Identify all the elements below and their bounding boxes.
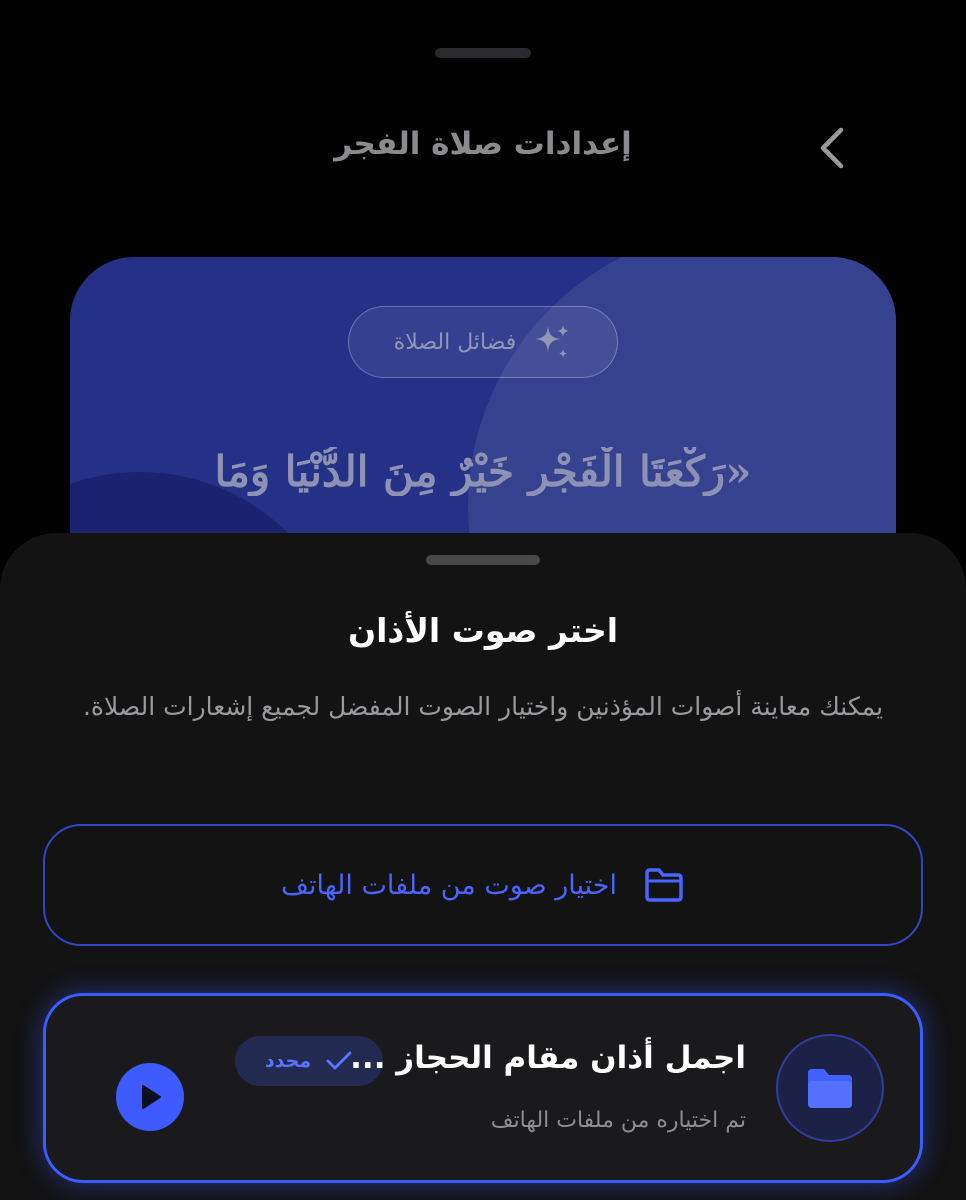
- sheet-description: يمكنك معاينة أصوات المؤذنين واختيار الصو…: [82, 692, 884, 721]
- sparkles-icon: [535, 325, 570, 358]
- check-icon: [326, 1051, 352, 1070]
- play-icon: [142, 1085, 161, 1109]
- back-button[interactable]: [808, 124, 856, 172]
- chevron-right-icon: [820, 127, 844, 169]
- sound-subtitle: تم اختياره من ملفات الهاتف: [490, 1108, 746, 1133]
- sound-title: اجمل أذان مقام الحجاز ...: [350, 1040, 746, 1076]
- page-title: إعدادات صلاة الفجر: [334, 126, 632, 162]
- folder-icon: [645, 868, 683, 902]
- top-drag-handle[interactable]: [435, 48, 531, 58]
- selected-badge-label: محدد: [264, 1050, 312, 1072]
- virtues-chip[interactable]: فضائل الصلاة: [348, 306, 618, 378]
- pick-from-phone-label: اختيار صوت من ملفات الهاتف: [281, 869, 617, 901]
- sheet-drag-handle[interactable]: [426, 555, 540, 565]
- hadith-text: «رَكْعَتَا الْفَجْرِ خَيْرٌ مِنَ الدُّنْ…: [214, 447, 752, 496]
- folder-icon: [808, 1069, 852, 1108]
- sound-avatar: [776, 1034, 884, 1142]
- play-button[interactable]: [116, 1063, 184, 1131]
- adhan-sound-sheet: اختر صوت الأذان يمكنك معاينة أصوات المؤذ…: [0, 533, 966, 1200]
- sheet-title: اختر صوت الأذان: [347, 611, 619, 650]
- virtues-chip-label: فضائل الصلاة: [393, 329, 517, 355]
- page-header: إعدادات صلاة الفجر: [0, 110, 966, 180]
- pick-from-phone-button[interactable]: اختيار صوت من ملفات الهاتف: [43, 824, 923, 946]
- selected-sound-card[interactable]: محدد اجمل أذان مقام الحجاز ... تم اختيار…: [43, 993, 923, 1183]
